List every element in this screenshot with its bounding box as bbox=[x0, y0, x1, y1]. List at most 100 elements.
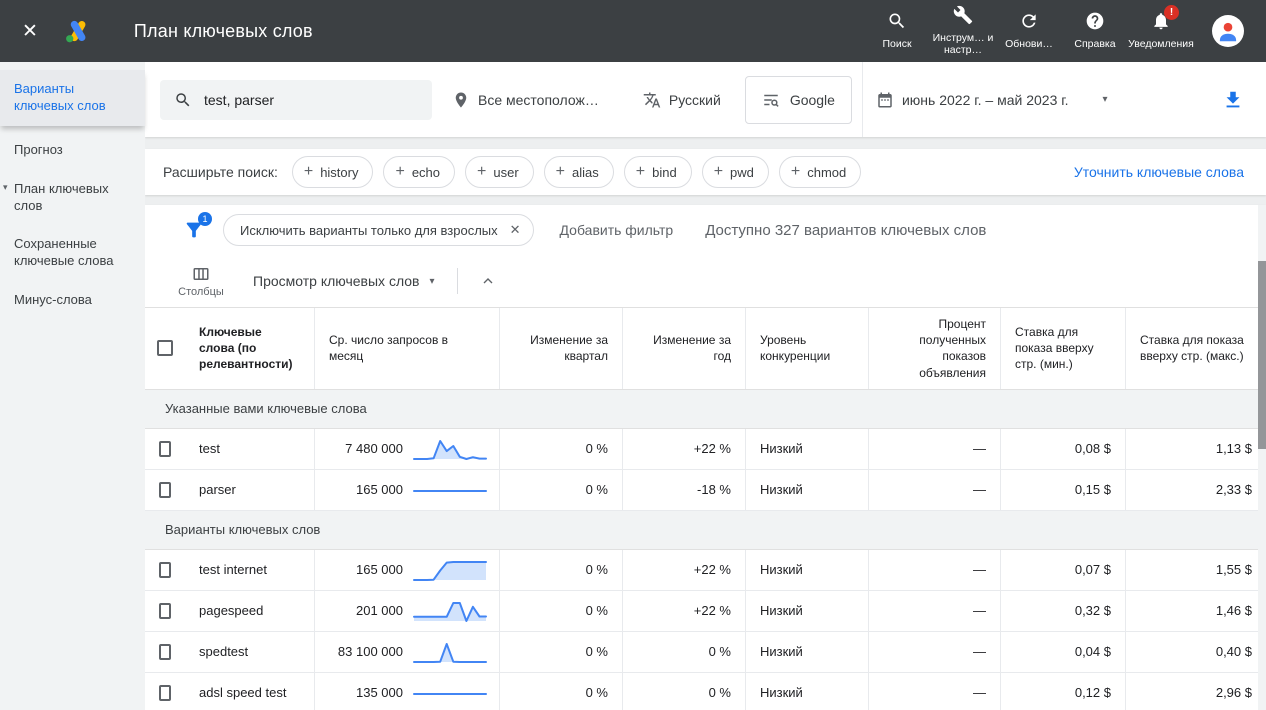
broaden-search-bar: Расширьте поиск: +history+echo+user+alia… bbox=[145, 149, 1266, 195]
trend-sparkline bbox=[411, 477, 489, 503]
header-top-bid-min[interactable]: Ставка для показа вверху стр. (мин.) bbox=[1001, 308, 1126, 389]
columns-toolbar: Столбцы Просмотр ключевых слов ▾ bbox=[145, 255, 1266, 307]
trend-sparkline bbox=[411, 639, 489, 665]
location-selector[interactable]: Все местополож… bbox=[452, 91, 599, 109]
filter-button[interactable]: 1 bbox=[183, 219, 205, 241]
header-top-bid-max[interactable]: Ставка для показа вверху стр. (макс.) bbox=[1126, 308, 1266, 389]
main-content: test, parser Все местополож… Русский Goo… bbox=[145, 62, 1266, 710]
topbar-search-button[interactable]: Поиск bbox=[864, 11, 930, 50]
close-icon[interactable]: ✕ bbox=[510, 222, 521, 238]
divider bbox=[457, 268, 458, 294]
language-selector[interactable]: Русский bbox=[643, 91, 721, 109]
scrollbar-thumb[interactable] bbox=[1258, 261, 1266, 449]
active-filter-chip[interactable]: Исключить варианты только для взрослых ✕ bbox=[223, 214, 534, 246]
date-range-selector[interactable]: июнь 2022 г. – май 2023 г. ▾ bbox=[876, 91, 1108, 109]
sidebar-item-forecast[interactable]: Прогноз bbox=[0, 131, 145, 170]
sidebar-item-saved-keywords[interactable]: Сохраненные ключевые слова bbox=[0, 225, 145, 281]
trend-sparkline bbox=[411, 557, 489, 583]
sidebar-item-negative-keywords[interactable]: Минус-слова bbox=[0, 281, 145, 320]
quarter-change-cell: 0 % bbox=[500, 470, 623, 510]
header-quarter-change[interactable]: Изменение за квартал bbox=[500, 308, 623, 389]
date-range-value: июнь 2022 г. – май 2023 г. bbox=[902, 92, 1069, 108]
table-row: parser165 0000 %-18 %Низкий—0,15 $2,33 $ bbox=[145, 470, 1266, 511]
row-checkbox-cell bbox=[145, 591, 185, 631]
keywords-search-input[interactable]: test, parser bbox=[160, 80, 432, 120]
keyword-cell: parser bbox=[185, 470, 315, 510]
search-network-icon bbox=[762, 91, 780, 109]
searches-cell: 165 000 bbox=[315, 550, 500, 590]
header-impression-share[interactable]: Процент полученных показов объявления bbox=[869, 308, 1001, 389]
broaden-chip-bind[interactable]: +bind bbox=[624, 156, 692, 188]
keyword-view-selector[interactable]: Просмотр ключевых слов ▾ bbox=[253, 273, 435, 289]
impression-share-cell: — bbox=[869, 429, 1001, 469]
collapse-button[interactable] bbox=[480, 273, 496, 289]
searches-cell: 83 100 000 bbox=[315, 632, 500, 672]
sidebar-item-keyword-ideas[interactable]: Варианты ключевых слов bbox=[0, 70, 145, 126]
topbar-action-label: Поиск bbox=[882, 38, 911, 51]
select-all-cell bbox=[145, 308, 185, 389]
header-competition[interactable]: Уровень конкуренции bbox=[746, 308, 869, 389]
header-keyword[interactable]: Ключевые слова (по релевантности) bbox=[185, 308, 315, 389]
help-icon bbox=[1085, 11, 1105, 35]
chevron-up-icon bbox=[480, 273, 496, 289]
divider bbox=[862, 62, 863, 137]
select-all-checkbox[interactable] bbox=[157, 340, 173, 356]
broaden-chip-history[interactable]: +history bbox=[292, 156, 374, 188]
searches-value: 201 000 bbox=[329, 603, 403, 618]
refresh-icon bbox=[1019, 11, 1039, 35]
chevron-down-icon: ▾ bbox=[430, 276, 435, 287]
add-filter-button[interactable]: Добавить фильтр bbox=[560, 222, 674, 238]
chip-label: echo bbox=[412, 165, 440, 180]
filter-count-badge: 1 bbox=[198, 212, 212, 226]
searches-cell: 165 000 bbox=[315, 470, 500, 510]
refine-keywords-link[interactable]: Уточнить ключевые слова bbox=[1074, 164, 1244, 180]
table-row: pagespeed201 0000 %+22 %Низкий—0,32 $1,4… bbox=[145, 591, 1266, 632]
close-button[interactable]: ✕ bbox=[22, 20, 38, 43]
trend-sparkline bbox=[411, 436, 489, 462]
topbar-actions: Поиск Инструм… и настр… Обнови… Справка … bbox=[864, 5, 1266, 57]
columns-label: Столбцы bbox=[178, 286, 224, 298]
sidebar-item-label: Варианты ключевых слов bbox=[14, 81, 106, 113]
row-checkbox[interactable] bbox=[159, 644, 171, 660]
broaden-chip-user[interactable]: +user bbox=[465, 156, 534, 188]
wrench-icon bbox=[953, 5, 973, 29]
columns-icon bbox=[192, 265, 210, 283]
topbar-refresh-button[interactable]: Обнови… bbox=[996, 11, 1062, 50]
quarter-change-cell: 0 % bbox=[500, 591, 623, 631]
expand-chips: +history+echo+user+alias+bind+pwd+chmod bbox=[292, 156, 861, 188]
topbar-action-label: Уведомления bbox=[1128, 38, 1194, 51]
topbar-notifications-button[interactable]: ! Уведомления bbox=[1128, 11, 1194, 50]
search-toolbar: test, parser Все местополож… Русский Goo… bbox=[145, 62, 1266, 137]
network-value: Google bbox=[790, 92, 835, 108]
table-header: Ключевые слова (по релевантности) Ср. чи… bbox=[145, 307, 1266, 390]
language-icon bbox=[643, 91, 661, 109]
topbar-action-label: Инструм… и настр… bbox=[930, 32, 996, 57]
row-checkbox-cell bbox=[145, 550, 185, 590]
available-keywords-count: Доступно 327 вариантов ключевых слов bbox=[705, 222, 986, 239]
scrollbar-track[interactable] bbox=[1258, 205, 1266, 710]
broaden-chip-echo[interactable]: +echo bbox=[383, 156, 455, 188]
broaden-chip-pwd[interactable]: +pwd bbox=[702, 156, 769, 188]
row-checkbox[interactable] bbox=[159, 482, 171, 498]
google-ads-logo bbox=[64, 17, 92, 45]
row-checkbox[interactable] bbox=[159, 685, 171, 701]
download-button[interactable] bbox=[1222, 89, 1244, 111]
topbar-tools-button[interactable]: Инструм… и настр… bbox=[930, 5, 996, 57]
competition-cell: Низкий bbox=[746, 470, 869, 510]
competition-cell: Низкий bbox=[746, 632, 869, 672]
broaden-chip-chmod[interactable]: +chmod bbox=[779, 156, 861, 188]
sidebar-item-keyword-plan[interactable]: ▾ План ключевых слов bbox=[0, 170, 145, 226]
row-checkbox[interactable] bbox=[159, 562, 171, 578]
row-checkbox[interactable] bbox=[159, 441, 171, 457]
avatar[interactable] bbox=[1212, 15, 1244, 47]
network-selector[interactable]: Google bbox=[745, 76, 852, 124]
searches-value: 83 100 000 bbox=[329, 644, 403, 659]
header-avg-monthly-searches[interactable]: Ср. число запросов в месяц bbox=[315, 308, 500, 389]
plus-icon: + bbox=[556, 164, 565, 180]
broaden-chip-alias[interactable]: +alias bbox=[544, 156, 614, 188]
row-checkbox[interactable] bbox=[159, 603, 171, 619]
download-icon bbox=[1222, 89, 1244, 111]
header-year-change[interactable]: Изменение за год bbox=[623, 308, 746, 389]
columns-button[interactable]: Столбцы bbox=[175, 265, 227, 298]
topbar-help-button[interactable]: Справка bbox=[1062, 11, 1128, 50]
